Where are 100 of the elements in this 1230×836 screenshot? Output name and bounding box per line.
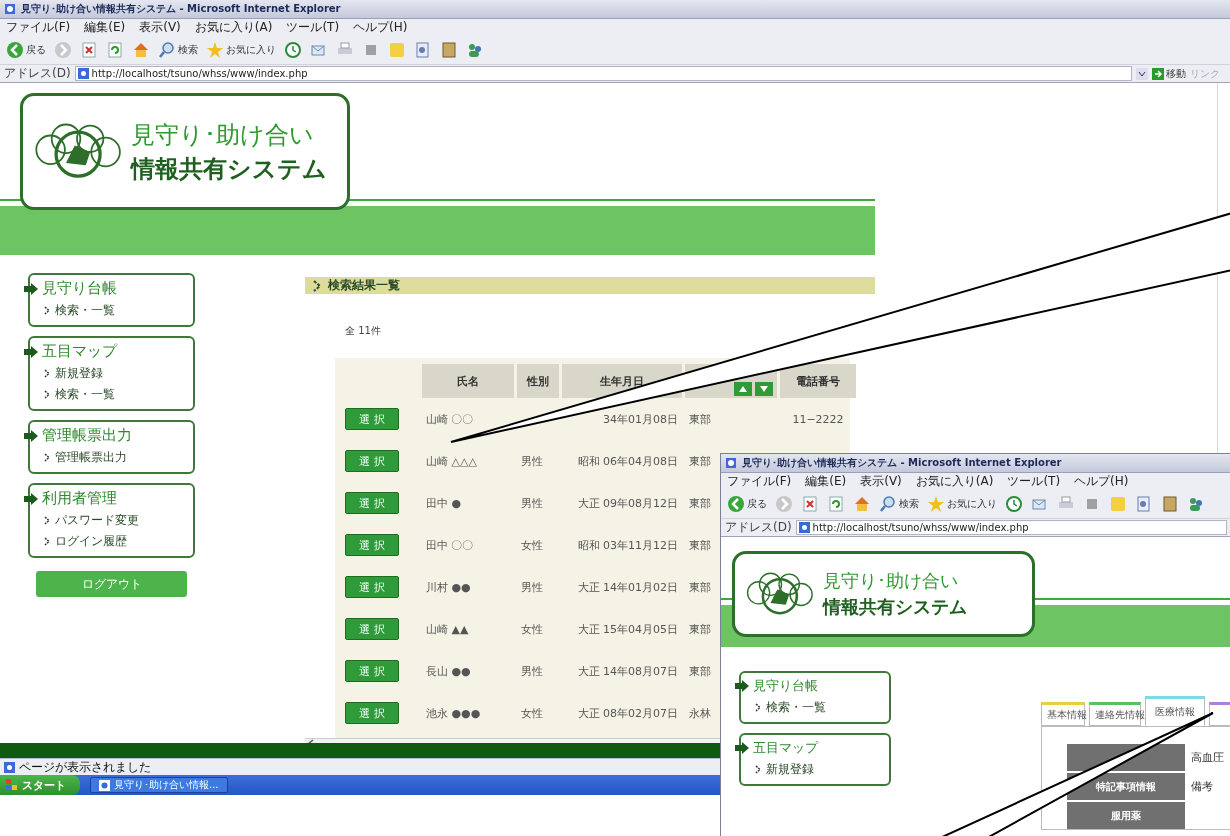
arrow-icon [24,492,38,505]
toolbar-icon-button[interactable] [827,495,845,513]
toolbar-icon-button[interactable] [1005,495,1023,513]
clock-icon [284,41,302,59]
address-label: アドレス(D) [4,65,71,82]
stop-icon [801,495,819,513]
column-header: 氏名 [422,364,514,398]
toolbar-icon-button[interactable] [853,495,871,513]
table-cell: 田中 ● [426,495,462,511]
chevron-icon [44,516,51,525]
toolbar-button[interactable]: お気に入り [206,41,276,59]
home-icon [132,41,150,59]
section-heading: 検索結果一覧 [328,277,400,294]
menu-link[interactable]: 検索・一覧 [30,302,193,319]
toolbar-button[interactable]: お気に入り [927,495,997,513]
toolbar-button[interactable]: 戻る [6,41,46,59]
menu-link[interactable]: 管理帳票出力 [30,449,193,466]
toolbar-icon-button[interactable] [106,41,124,59]
document-icon [414,41,432,59]
home-icon [853,495,871,513]
taskbar-button[interactable]: 見守り･助け合い情報... [90,777,228,793]
ie-icon [4,3,16,15]
tab[interactable] [1209,702,1230,726]
toolbar-icon-button[interactable] [801,495,819,513]
toolbar-icon-button[interactable] [466,41,484,59]
toolbar-button[interactable]: 検索 [879,495,919,513]
table-cell: 東部 [689,579,711,595]
menu-item[interactable]: ツール(T) [286,19,340,36]
menu-item[interactable]: 編集(E) [84,19,126,36]
table-cell: 山崎 〇〇 [426,411,474,427]
table-cell: 昭和 03年11月12日 [577,537,678,553]
toolbar-button[interactable]: 戻る [727,495,767,513]
select-button[interactable]: 選 択 [345,660,399,682]
window-title: 見守り･助け合い情報共有システム - Microsoft Internet Explorer [21,2,342,16]
select-button[interactable]: 選 択 [345,450,399,472]
table-cell: 東部 [689,411,711,427]
menu-item[interactable]: ヘルプ(H) [353,19,408,36]
select-button[interactable]: 選 択 [345,534,399,556]
refresh-icon [106,41,124,59]
table-cell: 男性 [521,663,543,679]
table-cell: 池永 ●●● [426,705,481,721]
select-button[interactable]: 選 択 [345,492,399,514]
address-field[interactable]: http://localhost/tsuno/whss/www/index.php [795,520,1227,535]
sort-down-button[interactable] [755,382,773,396]
page-icon [798,522,810,533]
menu-item[interactable]: 編集(E) [805,473,847,490]
menu-item[interactable]: お気に入り(A) [915,473,994,490]
menu-link[interactable]: 検索・一覧 [30,386,193,403]
select-button[interactable]: 選 択 [345,702,399,724]
menu-item[interactable]: 表示(V) [860,473,902,490]
toolbar-icon-button[interactable] [284,41,302,59]
windows-flag-icon [6,779,18,791]
logo-text: 見守り･助け合い [131,119,316,151]
toolbar-icon-button[interactable] [1187,495,1205,513]
table-cell: 山崎 △△△ [426,453,477,469]
select-button[interactable]: 選 択 [345,408,399,430]
table-cell: 田中 〇〇 [426,537,474,553]
toolbar-icon-button[interactable] [414,41,432,59]
table-cell: 東部 [689,537,711,553]
toolbar-icon-button[interactable] [132,41,150,59]
menu-item[interactable]: ヘルプ(H) [1074,473,1129,490]
arrow-icon [24,429,38,442]
star-icon [927,495,945,513]
toolbar-button[interactable]: 検索 [158,41,198,59]
arrow-icon [24,282,38,295]
menu-link[interactable]: ログイン履歴 [30,533,193,550]
table-cell: 女性 [521,621,543,637]
toolbar-icon-button[interactable] [440,41,458,59]
table-cell: 山崎 ▲▲ [426,621,469,637]
table-cell: 東部 [689,621,711,637]
menu-item[interactable]: 表示(V) [139,19,181,36]
book-icon [1161,495,1179,513]
table-cell: 女性 [521,537,543,553]
menu-item[interactable]: ファイル(F) [6,19,71,36]
book-icon [440,41,458,59]
toolbar-icon-button[interactable] [1161,495,1179,513]
arrow-icon [735,680,749,692]
table-cell: 男性 [521,495,543,511]
select-button[interactable]: 選 択 [345,618,399,640]
menu-link[interactable]: 新規登録 [30,365,193,382]
address-field[interactable]: http://localhost/tsuno/whss/www/index.php [74,66,1132,81]
menu-link[interactable]: パスワード変更 [30,512,193,529]
select-button[interactable]: 選 択 [345,576,399,598]
tab[interactable]: 医療情報 [1145,696,1205,726]
table-cell: 男性 [521,453,543,469]
table-cell: 川村 ●● [426,579,471,595]
menu-item[interactable]: ファイル(F) [727,473,792,490]
menu-item[interactable]: お気に入り(A) [194,19,273,36]
go-button[interactable]: 移動 [1152,66,1186,81]
table-cell: 長山 ●● [426,663,471,679]
sort-up-button[interactable] [734,382,752,396]
menu-item[interactable]: ツール(T) [1007,473,1061,490]
logo-text: 見守り･助け合い [822,569,959,593]
toolbar-icon-button[interactable] [1135,495,1153,513]
menu-link[interactable]: 新規登録 [741,761,889,778]
arrow-icon [735,742,749,754]
menu-link[interactable]: 検索・一覧 [741,699,889,716]
toolbar-icon-button[interactable] [80,41,98,59]
tab[interactable]: 基本情報 [1041,702,1085,726]
table-cell: 女性 [521,705,543,721]
